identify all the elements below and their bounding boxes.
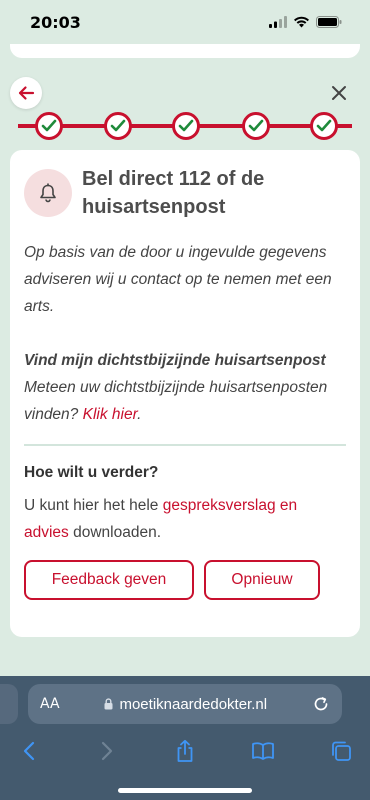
arrow-left-icon	[18, 86, 35, 100]
share-icon	[177, 739, 193, 762]
progress-steps	[18, 112, 352, 140]
text-size-button[interactable]: AA	[40, 696, 60, 712]
browser-forward-button[interactable]	[94, 738, 120, 764]
nearest-post-link[interactable]: Klik hier	[83, 406, 138, 423]
download-text-after: downloaden.	[73, 524, 162, 541]
previous-card-edge	[10, 44, 360, 58]
close-icon	[332, 86, 346, 100]
back-button[interactable]	[10, 77, 42, 109]
status-bar: 20:03	[0, 0, 370, 44]
nearest-post-suffix: .	[137, 406, 142, 423]
forward-icon	[101, 741, 113, 761]
url-display[interactable]: moetiknaardedokter.nl	[60, 696, 312, 713]
advice-intro: Op basis van de door u ingevulde gegeven…	[24, 244, 332, 315]
share-button[interactable]	[172, 738, 198, 764]
browser-chrome: AA moetiknaardedokter.nl	[0, 676, 370, 800]
lock-icon	[104, 698, 113, 710]
progress-step-5	[310, 112, 338, 140]
back-icon	[23, 741, 35, 761]
nearest-post-block: Vind mijn dichtstbijzijnde huisartsenpos…	[24, 347, 346, 428]
divider	[24, 444, 346, 446]
bell-icon	[40, 183, 56, 203]
restart-button[interactable]: Opnieuw	[204, 560, 320, 600]
progress-step-4	[242, 112, 270, 140]
address-bar[interactable]: AA moetiknaardedokter.nl	[28, 684, 342, 724]
bookmarks-icon	[252, 742, 274, 760]
previous-tab-peek[interactable]	[0, 684, 18, 724]
advice-header: Bel direct 112 of de huisartsenpost	[24, 164, 346, 221]
next-steps-text: U kunt hier het hele gespreksverslag en …	[24, 492, 346, 546]
bell-badge	[24, 169, 72, 217]
browser-toolbar	[0, 736, 370, 766]
url-text: moetiknaardedokter.nl	[119, 695, 268, 713]
download-text-before: U kunt hier het hele	[24, 497, 159, 514]
bookmarks-button[interactable]	[250, 738, 276, 764]
reload-icon[interactable]	[312, 695, 330, 713]
next-steps-heading: Hoe wilt u verder?	[24, 464, 159, 481]
status-time: 20:03	[30, 12, 81, 32]
progress-step-2	[104, 112, 132, 140]
check-icon	[41, 119, 57, 132]
check-icon	[316, 119, 332, 132]
nearest-post-text: Meteen uw dichtstbijzijnde huisartsenpos…	[24, 379, 328, 423]
check-icon	[178, 119, 194, 132]
progress-step-1	[35, 112, 63, 140]
browser-back-button[interactable]	[16, 738, 42, 764]
check-icon	[248, 119, 264, 132]
tabs-button[interactable]	[328, 738, 354, 764]
advice-title: Bel direct 112 of de huisartsenpost	[82, 168, 265, 218]
check-icon	[110, 119, 126, 132]
battery-icon	[316, 16, 342, 28]
close-button[interactable]	[328, 82, 350, 104]
wifi-icon	[294, 16, 309, 28]
advice-card: Bel direct 112 of de huisartsenpost Op b…	[10, 150, 360, 637]
signal-icon	[269, 16, 287, 28]
nearest-post-heading: Vind mijn dichtstbijzijnde huisartsenpos…	[24, 352, 326, 369]
action-buttons: Feedback geven Opnieuw	[24, 560, 346, 600]
status-icons	[269, 16, 342, 28]
feedback-button[interactable]: Feedback geven	[24, 560, 194, 600]
progress-step-3	[172, 112, 200, 140]
tabs-icon	[332, 741, 351, 761]
home-indicator	[118, 788, 252, 793]
